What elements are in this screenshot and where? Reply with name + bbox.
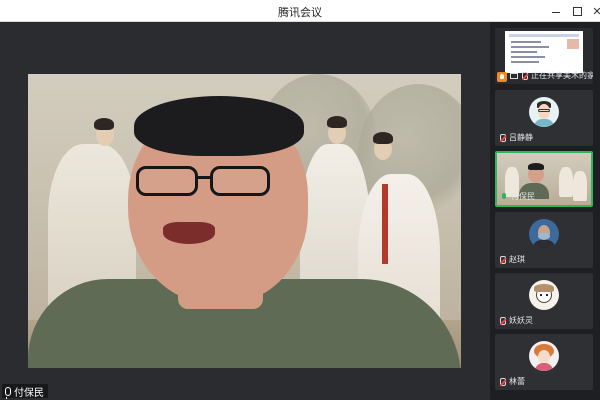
doc-image	[567, 39, 579, 49]
thumbnail-speaker-hair	[528, 163, 544, 170]
speaker-hair	[134, 96, 304, 156]
participant-tile[interactable]: 吕静静	[495, 90, 593, 146]
doc-line	[511, 46, 549, 48]
avatar	[529, 97, 559, 127]
doc-header	[509, 34, 579, 37]
participant-name: 赵琪	[509, 255, 525, 264]
title-bar: 腾讯会议 ✕	[0, 0, 600, 22]
top-band	[0, 22, 490, 74]
mic-muted-icon	[521, 71, 528, 80]
microphone-icon	[5, 386, 11, 399]
screen-share-icon	[510, 72, 518, 79]
speaker-mouth	[163, 222, 215, 244]
speaker-glasses-left	[136, 166, 198, 196]
doc-line	[511, 61, 539, 63]
doc-line	[511, 56, 545, 58]
close-button[interactable]: ✕	[586, 0, 600, 22]
participant-name: 付保民	[511, 192, 535, 201]
mic-muted-icon	[499, 377, 506, 386]
avatar-glasses	[538, 109, 550, 112]
speaker-glasses-bridge	[196, 176, 212, 179]
avatar-eyes	[540, 294, 548, 296]
avatar-mask	[538, 233, 550, 239]
mural-figure-hair	[94, 118, 114, 130]
participant-sidebar[interactable]: 正在共享美术的家... 吕静静 付保民	[490, 22, 600, 400]
user-badge-icon	[497, 72, 507, 82]
avatar	[529, 280, 559, 310]
doc-line	[511, 41, 541, 43]
speaker-video[interactable]	[28, 74, 461, 368]
avatar-hair	[534, 284, 554, 292]
participant-label: 妖妖灵	[499, 315, 533, 326]
minimize-button[interactable]	[545, 0, 567, 22]
speaker-name: 付保民	[14, 387, 44, 399]
avatar-shirt	[535, 363, 553, 371]
participant-label: 付保民	[501, 191, 535, 202]
mic-muted-icon	[499, 133, 506, 142]
participant-tile-screen-share[interactable]: 正在共享美术的家...	[495, 28, 593, 84]
participant-label: 林蕾	[499, 376, 525, 387]
participant-tile-active[interactable]: 付保民	[495, 151, 593, 207]
mic-active-icon	[501, 192, 508, 201]
mural-sash	[382, 184, 388, 264]
participant-label: 吕静静	[499, 132, 533, 143]
maximize-button[interactable]	[566, 0, 588, 22]
mural-figure-hair	[373, 132, 393, 144]
mic-muted-icon	[499, 255, 506, 264]
participant-tile[interactable]: 妖妖灵	[495, 273, 593, 329]
avatar	[529, 341, 559, 371]
avatar-face	[538, 350, 550, 364]
avatar-shirt	[533, 240, 555, 249]
mural-figure-hair	[327, 116, 347, 128]
participant-tile[interactable]: 赵琪	[495, 212, 593, 268]
mural-figure	[573, 171, 587, 201]
participant-name: 正在共享美术的家...	[531, 71, 593, 80]
participant-name: 林蕾	[509, 377, 525, 386]
participant-name: 妖妖灵	[509, 316, 533, 325]
speaker-nameplate: 付保民	[2, 384, 48, 399]
participant-tile[interactable]: 林蕾	[495, 334, 593, 390]
avatar	[529, 219, 559, 249]
participant-label: 正在共享美术的家...	[510, 70, 593, 81]
speaker-glasses-right	[210, 166, 270, 196]
mic-muted-icon	[499, 316, 506, 325]
participant-name: 吕静静	[509, 133, 533, 142]
main-stage: 付保民	[0, 22, 490, 400]
avatar-shirt	[534, 119, 554, 127]
participant-label: 赵琪	[499, 254, 525, 265]
doc-line	[511, 51, 537, 53]
window-title: 腾讯会议	[278, 6, 322, 19]
shared-document-preview	[505, 31, 583, 73]
mural-figure	[559, 167, 573, 197]
